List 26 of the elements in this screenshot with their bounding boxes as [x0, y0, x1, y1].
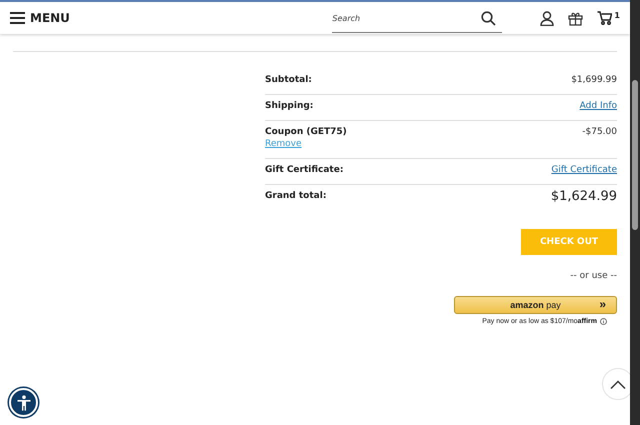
summary-label: Subtotal: — [265, 75, 312, 85]
cart-count: 1 — [614, 11, 620, 20]
chevron-up-icon — [610, 380, 626, 388]
or-use-text: -- or use -- — [570, 271, 617, 281]
menu-icon — [10, 12, 25, 24]
menu-button[interactable]: MENU — [10, 11, 70, 25]
summary-label: Coupon (GET75) — [265, 127, 347, 137]
search-field[interactable]: Search — [332, 5, 502, 33]
person-icon — [16, 394, 30, 410]
info-icon[interactable] — [600, 318, 607, 325]
scrollbar[interactable] — [630, 0, 640, 425]
search-icon[interactable] — [481, 11, 496, 26]
summary-value: -$75.00 — [582, 127, 617, 137]
summary-label: Gift Certificate: — [265, 165, 344, 175]
gift-icon[interactable] — [568, 10, 584, 26]
summary-label: Grand total: — [265, 191, 326, 201]
summary-link[interactable]: Add Info — [580, 101, 617, 111]
accessibility-button[interactable] — [9, 388, 38, 417]
summary-label: Shipping: — [265, 101, 314, 111]
amazon-pay-button[interactable]: amazon pay » — [454, 296, 617, 314]
user-icon[interactable] — [540, 10, 554, 26]
grand-total-value: $1,624.99 — [550, 189, 617, 204]
remove-link[interactable]: Remove — [265, 139, 347, 149]
summary-value: $1,699.99 — [571, 75, 617, 85]
summary-link[interactable]: Gift Certificate — [551, 165, 617, 175]
cart-icon[interactable] — [597, 11, 612, 25]
